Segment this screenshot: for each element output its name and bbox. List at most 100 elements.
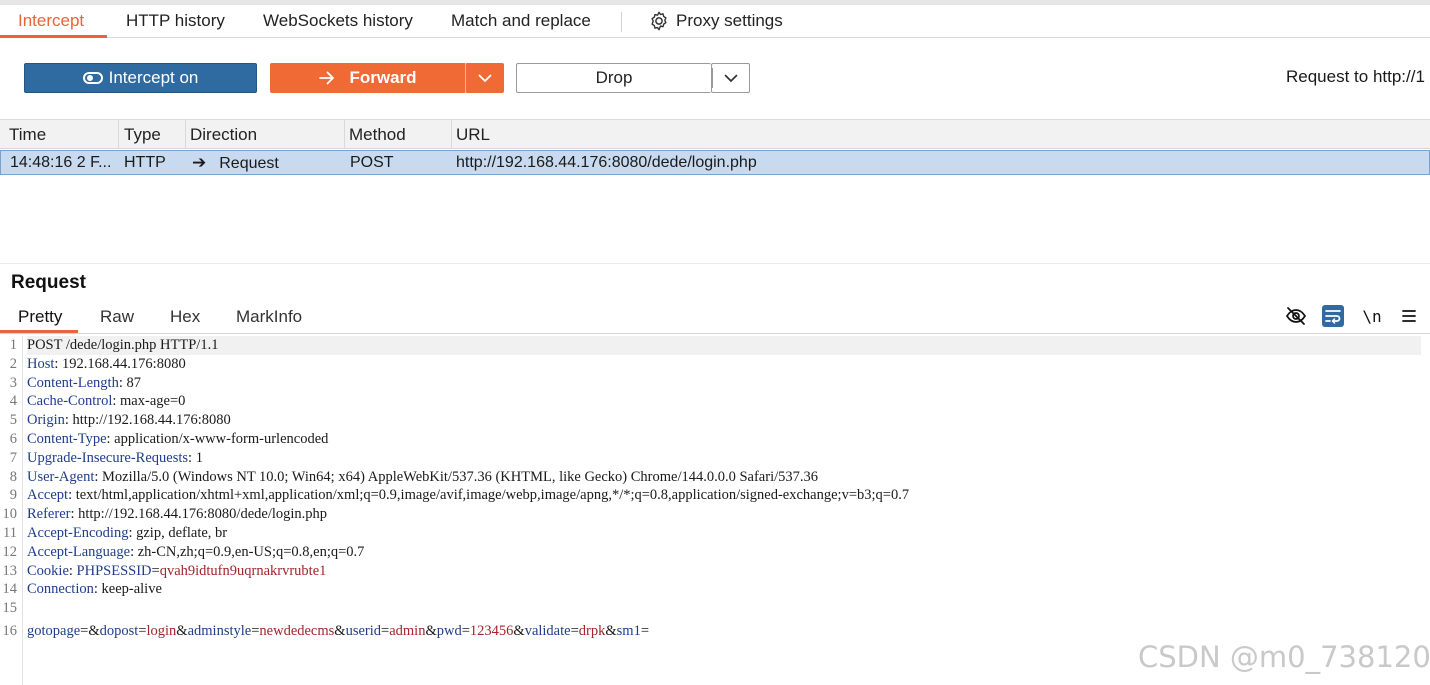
arrow-right-icon xyxy=(319,71,335,85)
header-name: Content-Length xyxy=(27,374,119,391)
header-value: : http://192.168.44.176:8080 xyxy=(64,412,231,429)
param-value: newdedecms xyxy=(259,623,335,639)
eye-off-icon[interactable] xyxy=(1285,305,1307,327)
tab-match-and-replace[interactable]: Match and replace xyxy=(451,5,591,37)
editor-line[interactable]: 14 Connection: keep-alive xyxy=(0,580,1430,599)
column-header-direction[interactable]: Direction xyxy=(181,120,345,149)
active-subtab-indicator xyxy=(0,330,78,333)
editor-line[interactable]: 10 Referer: http://192.168.44.176:8080/de… xyxy=(0,505,1430,524)
tab-markinfo[interactable]: MarkInfo xyxy=(236,307,302,327)
tab-websockets-history[interactable]: WebSockets history xyxy=(263,5,413,37)
header-name: Accept-Language xyxy=(27,543,131,560)
editor-line[interactable]: 15 xyxy=(0,599,1430,618)
header-value: : text/html,application/xhtml+xml,applic… xyxy=(68,487,910,504)
header-value: : Mozilla/5.0 (Windows NT 10.0; Win64; x… xyxy=(94,468,819,485)
chevron-down-icon xyxy=(478,74,492,82)
editor-line[interactable]: 5 Origin: http://192.168.44.176:8080 xyxy=(0,411,1430,430)
param-key: gotopage xyxy=(27,623,81,639)
word-wrap-icon[interactable] xyxy=(1322,305,1344,327)
tab-pretty[interactable]: Pretty xyxy=(18,307,62,327)
header-value: : gzip, deflate, br xyxy=(128,525,228,541)
column-header-type[interactable]: Type xyxy=(115,120,186,149)
line-content: Upgrade-Insecure-Requests: 1 xyxy=(27,449,1421,468)
param-key: userid xyxy=(345,623,382,639)
editor-line[interactable]: 7 Upgrade-Insecure-Requests: 1 xyxy=(0,449,1430,468)
header-value: : http://192.168.44.176:8080/dede/login.… xyxy=(70,506,328,523)
menu-icon[interactable] xyxy=(1398,305,1420,327)
editor-line[interactable]: 3 Content-Length: 87 xyxy=(0,374,1430,393)
forward-button[interactable]: Forward xyxy=(270,63,466,93)
line-content: Origin: http://192.168.44.176:8080 xyxy=(27,411,1421,430)
intercept-toggle-button[interactable]: Intercept on xyxy=(24,63,257,93)
cell-url: http://192.168.44.176:8080/dede/login.ph… xyxy=(456,154,757,171)
cell-time: 14:48:16 2 F... xyxy=(10,154,112,171)
param-equals: = xyxy=(570,623,579,639)
param-key: pwd xyxy=(436,623,462,639)
header-name: Connection xyxy=(27,581,94,598)
editor-line[interactable]: 6 Content-Type: application/x-www-form-ur… xyxy=(0,430,1430,449)
editor-line[interactable]: 12 Accept-Language: zh-CN,zh;q=0.9,en-US;… xyxy=(0,543,1430,562)
line-content: POST /dede/login.php HTTP/1.1 xyxy=(27,336,1421,355)
proxy-tab-bar: Intercept HTTP history WebSockets histor… xyxy=(0,0,1430,38)
tab-proxy-settings[interactable]: Proxy settings xyxy=(676,5,783,37)
header-name: Accept-Encoding xyxy=(27,525,129,541)
header-value: : application/x-www-form-urlencoded xyxy=(106,431,329,447)
drop-options-button[interactable] xyxy=(711,63,750,93)
cookie-name: PHPSESSID xyxy=(76,562,152,579)
tab-http-history[interactable]: HTTP history xyxy=(126,5,225,37)
header-name: Cookie xyxy=(27,562,69,579)
editor-line[interactable]: 4 Cache-Control: max-age=0 xyxy=(0,392,1430,411)
line-content: Content-Type: application/x-www-form-url… xyxy=(27,430,1421,449)
param-value: drpk xyxy=(578,623,606,639)
forward-options-button[interactable] xyxy=(465,63,504,93)
drop-button[interactable]: Drop xyxy=(516,63,711,93)
line-content: Content-Length: 87 xyxy=(27,374,1421,393)
editor-line[interactable]: 9 Accept: text/html,application/xhtml+xml… xyxy=(0,486,1430,505)
param-key: dopost xyxy=(99,623,139,639)
direction-label: Request xyxy=(219,155,279,172)
column-header-time[interactable]: Time xyxy=(0,120,119,149)
column-header-url[interactable]: URL xyxy=(447,120,1430,149)
editor-line[interactable]: 16 gotopage=&dopost=login&adminstyle=newd… xyxy=(0,622,1430,641)
line-number: 13 xyxy=(2,562,18,579)
line-number: 4 xyxy=(9,393,17,410)
param-value: admin xyxy=(389,623,426,639)
header-name: Cache-Control xyxy=(27,393,113,410)
line-content: Cookie: PHPSESSID=qvah9idtufn9uqrnakrvru… xyxy=(27,562,1421,581)
tab-raw[interactable]: Raw xyxy=(100,307,134,327)
header-value: : keep-alive xyxy=(93,581,162,598)
editor-line[interactable]: 8 User-Agent: Mozilla/5.0 (Windows NT 10.… xyxy=(0,468,1430,487)
editor-line[interactable]: 2 Host: 192.168.44.176:8080 xyxy=(0,355,1430,374)
line-number: 9 xyxy=(9,487,17,504)
cell-method: POST xyxy=(350,154,394,171)
param-separator: & xyxy=(88,623,100,639)
tab-intercept[interactable]: Intercept xyxy=(18,5,84,37)
param-equals: = xyxy=(461,623,470,639)
editor-line[interactable]: 1 POST /dede/login.php HTTP/1.1 xyxy=(0,336,1430,355)
cookie-value: qvah9idtufn9uqrnakrvrubte1 xyxy=(159,562,327,579)
line-content: gotopage=&dopost=login&adminstyle=newded… xyxy=(27,622,1421,641)
table-row[interactable]: 14:48:16 2 F... HTTP ➔ Request POST http:… xyxy=(0,150,1430,175)
line-number: 8 xyxy=(9,468,17,485)
line-number: 16 xyxy=(2,623,18,639)
chevron-down-icon xyxy=(724,74,737,82)
gear-icon[interactable] xyxy=(648,10,670,32)
line-content: Referer: http://192.168.44.176:8080/dede… xyxy=(27,505,1421,524)
header-name: Origin xyxy=(27,412,65,429)
request-editor[interactable]: 1 POST /dede/login.php HTTP/1.1 2 Host: 192… xyxy=(0,336,1430,685)
tab-hex[interactable]: Hex xyxy=(170,307,200,327)
request-panel-title: Request xyxy=(11,272,86,293)
panel-divider xyxy=(0,263,1430,264)
column-header-method[interactable]: Method xyxy=(340,120,452,149)
line-number: 15 xyxy=(2,600,18,617)
param-separator: & xyxy=(334,623,346,639)
active-tab-indicator xyxy=(0,35,107,38)
drop-label: Drop xyxy=(595,68,633,87)
request-target-label: Request to http://1 xyxy=(1286,67,1425,86)
cell-direction: ➔ Request xyxy=(183,151,343,174)
line-content: Accept-Language: zh-CN,zh;q=0.9,en-US;q=… xyxy=(27,543,1421,562)
param-separator: & xyxy=(425,623,437,639)
editor-line[interactable]: 13 Cookie: PHPSESSID=qvah9idtufn9uqrnakrv… xyxy=(0,562,1430,581)
editor-line[interactable]: 11 Accept-Encoding: gzip, deflate, br xyxy=(0,524,1430,543)
show-newlines-toggle[interactable]: \n xyxy=(1361,305,1383,327)
